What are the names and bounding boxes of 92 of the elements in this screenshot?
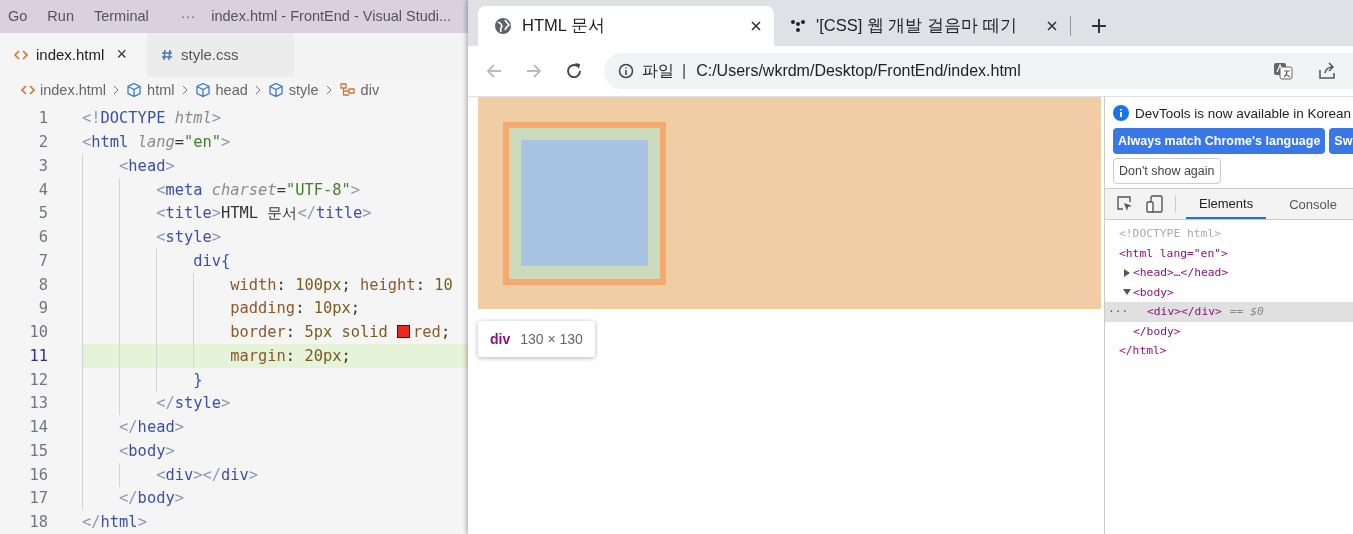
dots-icon — [790, 18, 806, 34]
code-line: padding: 10px; — [230, 299, 361, 318]
line-number: 14 — [28, 418, 48, 437]
line-number: 18 — [28, 513, 48, 532]
share-icon[interactable] — [1317, 61, 1337, 81]
code-line: <div></div> — [156, 465, 259, 484]
dom-node[interactable]: <div></div> — [1147, 305, 1222, 319]
more-menu[interactable]: ··· — [180, 8, 196, 25]
code-line: <!DOCTYPE html> — [82, 109, 222, 128]
code-line: <title>HTML 문서</title> — [156, 202, 372, 224]
cube-icon — [194, 81, 211, 98]
close-icon[interactable] — [1046, 20, 1058, 32]
plus-icon[interactable] — [1091, 18, 1107, 34]
info-icon — [618, 63, 634, 79]
code-line: border: 5px solid red; — [230, 323, 451, 342]
code-file-icon — [14, 48, 28, 61]
chevron-icon — [180, 84, 189, 95]
close-icon[interactable] — [750, 20, 762, 32]
structure-icon — [338, 81, 356, 98]
dom-node[interactable]: <html lang="en"> — [1119, 246, 1228, 260]
chevron-icon — [324, 84, 333, 95]
dom-node[interactable]: </html> — [1119, 344, 1167, 358]
code-line: width: 100px; height: 10 — [230, 275, 453, 294]
info-icon — [1113, 105, 1129, 121]
close-tab-button[interactable]: × — [116, 44, 127, 66]
tooltip-tag: div — [490, 331, 511, 347]
address-bar[interactable]: 파일 | C:/Users/wkrdm/Desktop/FrontEnd/index.html — [604, 53, 1353, 89]
line-number: 5 — [37, 204, 48, 223]
menu-item[interactable]: Terminal — [93, 8, 149, 25]
line-number: 1 — [37, 109, 48, 128]
dismiss-button[interactable]: Don't show again — [1113, 158, 1221, 184]
browser-tab[interactable]: HTML 문서 — [478, 6, 774, 46]
reload-icon[interactable] — [564, 61, 584, 81]
breadcrumb-item[interactable]: html — [147, 81, 175, 98]
chevron-icon — [112, 84, 121, 95]
code-line: <style> — [156, 228, 222, 247]
selected-node-row[interactable]: ··· <div></div> == $0 — [1105, 302, 1353, 322]
line-number: 7 — [37, 251, 48, 270]
globe-icon — [494, 17, 512, 35]
notice-text: DevTools is now available in Korean — [1135, 105, 1352, 121]
code-line: <head> — [119, 156, 175, 175]
chevron-icon — [253, 84, 262, 95]
node-menu[interactable]: ··· — [1108, 305, 1129, 319]
breadcrumb-item[interactable]: style — [288, 81, 319, 98]
browser-tab[interactable]: '[CSS] 웹 개발 걸음마 떼기 — [774, 6, 1070, 46]
line-number: 11 — [28, 346, 48, 365]
devtools-tab[interactable]: Console — [1276, 189, 1350, 219]
line-number: 6 — [37, 228, 48, 247]
code-file-icon — [21, 83, 35, 96]
line-number: 8 — [37, 275, 48, 294]
code-line: div{ — [193, 251, 231, 270]
node-reference: == $0 — [1229, 305, 1264, 319]
breadcrumb-item[interactable]: index.html — [40, 81, 107, 98]
line-number: 16 — [28, 465, 48, 484]
breadcrumb-item[interactable]: head — [215, 81, 248, 98]
line-number: 2 — [37, 133, 48, 152]
cube-icon — [267, 81, 284, 98]
disclosure-triangle-icon[interactable] — [1123, 268, 1131, 277]
line-number: 13 — [28, 394, 48, 413]
code-line: </style> — [156, 394, 231, 413]
code-line: margin: 20px; — [230, 346, 351, 365]
dom-node[interactable]: <head>…</head> — [1133, 266, 1229, 280]
line-number: 10 — [28, 323, 48, 342]
hash-file-icon — [161, 48, 173, 61]
menu-item[interactable]: Run — [47, 8, 74, 25]
devtools-tab[interactable]: Elements — [1186, 189, 1267, 219]
cube-icon — [126, 81, 143, 98]
line-number: 9 — [37, 299, 48, 318]
line-number: 15 — [28, 441, 48, 460]
breadcrumb-item[interactable]: div — [360, 81, 380, 98]
dom-node[interactable]: </body> — [1133, 324, 1181, 338]
code-line: <html lang="en"> — [82, 133, 231, 152]
code-line: </body> — [119, 489, 184, 508]
menu-item[interactable]: Go — [8, 8, 28, 25]
code-line: </html> — [82, 513, 147, 532]
code-line: </head> — [119, 418, 184, 437]
line-number: 3 — [37, 156, 48, 175]
dom-node[interactable]: <body> — [1133, 285, 1174, 299]
line-number: 4 — [37, 180, 48, 199]
line-number: 17 — [28, 489, 48, 508]
disclosure-triangle-icon[interactable] — [1123, 288, 1131, 297]
translate-icon[interactable] — [1273, 61, 1293, 81]
window-title: index.html - FrontEnd - Visual Studi... — [211, 8, 452, 25]
language-button[interactable]: Always match Chrome's language — [1113, 128, 1326, 154]
editor-tab[interactable]: style.css — [147, 32, 294, 77]
code-line: <meta charset="UTF-8"> — [156, 180, 361, 199]
device-icon[interactable] — [1145, 194, 1165, 214]
line-number: 12 — [28, 370, 48, 389]
tooltip-size: 130 × 130 — [520, 331, 583, 347]
code-line: } — [193, 370, 203, 389]
language-button[interactable]: Sw — [1329, 128, 1353, 154]
code-line: <body> — [119, 441, 175, 460]
